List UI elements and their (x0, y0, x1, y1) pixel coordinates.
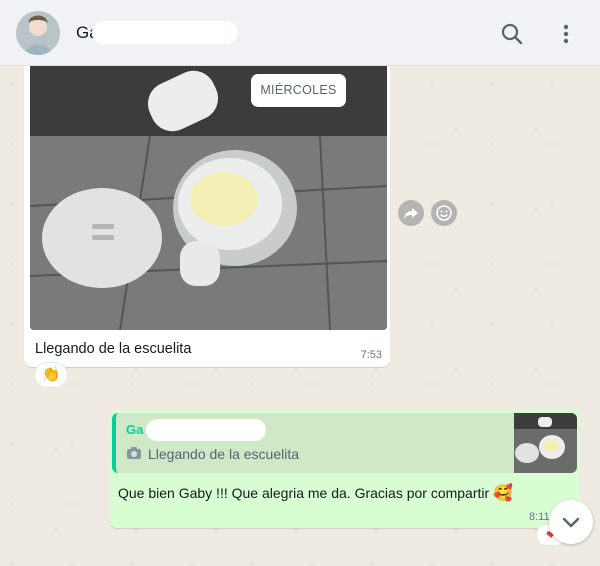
camera-icon (126, 446, 142, 460)
message-timestamp: 8:11 (529, 511, 550, 523)
quoted-reply[interactable]: Ga Llegando de la escuelita (112, 413, 577, 473)
chat-panel[interactable]: Llegando de la escuelita 7:53 MIÉRCOLES … (0, 66, 600, 566)
message-body: Que bien Gaby !!! Que alegria me da. Gra… (118, 485, 494, 501)
message-timestamp: 7:53 (360, 349, 382, 361)
redaction-mark (92, 21, 238, 44)
chevron-down-icon (562, 517, 580, 528)
contact-avatar[interactable] (16, 11, 60, 55)
quoted-thumbnail (514, 413, 577, 473)
kebab-menu-icon[interactable] (556, 20, 576, 48)
outgoing-message[interactable]: Ga Llegando de la escuelita Que bien Gab… (109, 410, 580, 528)
date-separator: MIÉRCOLES (251, 74, 346, 107)
quoted-author: Ga (126, 422, 144, 437)
redaction-mark (146, 419, 266, 441)
forward-icon[interactable] (398, 200, 424, 226)
search-icon[interactable] (498, 20, 526, 48)
message-reaction[interactable]: 👏 (34, 362, 68, 388)
message-text: Que bien Gaby !!! Que alegria me da. Gra… (118, 483, 513, 503)
chat-header: Ga (0, 0, 600, 66)
scroll-down-button[interactable] (549, 500, 593, 544)
message-caption: Llegando de la escuelita (35, 341, 192, 357)
smiling-hearts-emoji: 🥰 (493, 485, 513, 502)
incoming-image-message[interactable]: Llegando de la escuelita 7:53 (24, 66, 390, 367)
quoted-text: Llegando de la escuelita (148, 446, 300, 462)
emoji-react-icon[interactable] (431, 200, 457, 226)
